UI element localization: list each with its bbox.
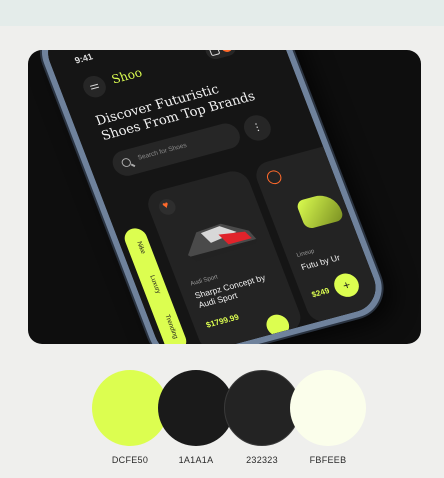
filter-button[interactable]: ⫶ [240, 112, 275, 144]
add-to-cart-button[interactable]: + [330, 270, 363, 300]
plus-icon: + [340, 277, 353, 293]
product-price: $1799.99 [204, 312, 241, 330]
swatch-label: 1A1A1A [178, 455, 214, 465]
cart-badge [219, 50, 234, 54]
search-placeholder: Search for Shoes [136, 142, 188, 162]
add-to-cart-button[interactable] [263, 312, 293, 339]
status-time: 9:41 [73, 51, 95, 66]
menu-button[interactable] [79, 73, 110, 100]
cart-button[interactable] [202, 50, 239, 62]
swatch-label: 232323 [246, 455, 278, 465]
product-price: $249 [310, 286, 331, 300]
search-icon [120, 157, 133, 168]
phone-screen: 9:41 Shoo Discover Futuristic Shoes From… [39, 50, 384, 344]
swatch-label: DCFE50 [111, 455, 149, 465]
color-swatch-cream [290, 370, 366, 446]
tab-nike[interactable]: Nike [135, 241, 146, 255]
heart-icon[interactable] [156, 197, 178, 217]
tab-trending[interactable]: Trending [163, 314, 179, 340]
heart-icon[interactable] [264, 168, 284, 186]
shopping-bag-icon [208, 50, 221, 57]
product-brand: Lineup [295, 248, 316, 259]
brand-logo: Shoo [109, 65, 145, 87]
menu-icon [89, 83, 99, 88]
app-preview-card: 9:41 Shoo Discover Futuristic Shoes From… [28, 50, 421, 344]
color-swatch-lime [92, 370, 168, 446]
shoe-image [187, 223, 257, 262]
phone-mockup: 9:41 Shoo Discover Futuristic Shoes From… [32, 50, 392, 344]
shoe-image [295, 191, 345, 230]
top-strip [0, 0, 444, 26]
color-swatch-dark-gray [224, 370, 300, 446]
color-swatch-black [158, 370, 234, 446]
swatch-label: FBFEEB [309, 455, 347, 465]
tab-luxury[interactable]: Luxury [148, 274, 162, 294]
filter-icon: ⫶ [253, 120, 262, 135]
